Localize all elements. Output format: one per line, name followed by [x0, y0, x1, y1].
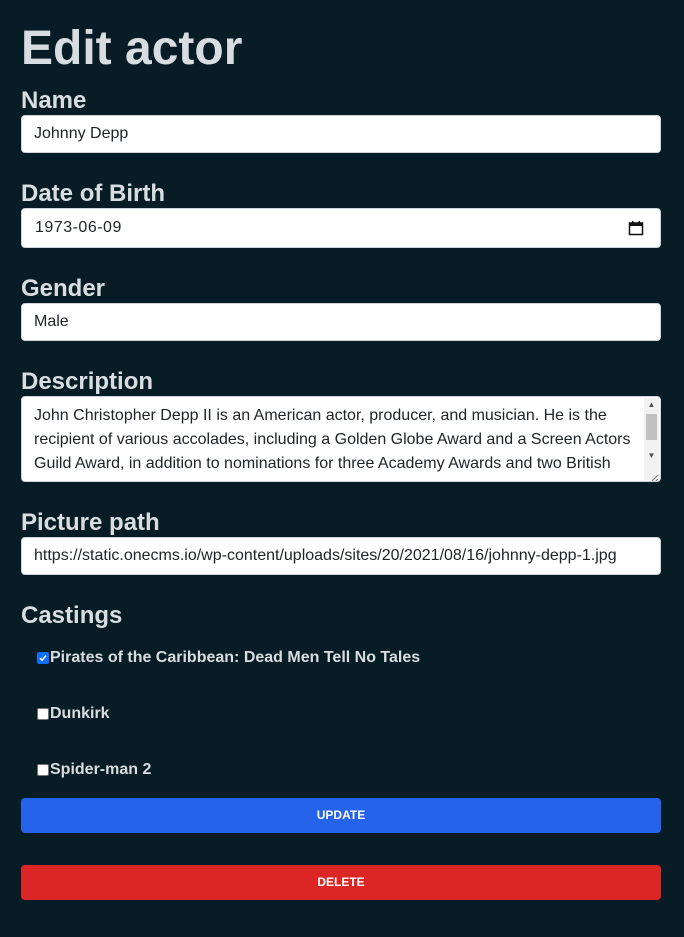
- page-title: Edit actor: [21, 22, 243, 75]
- scroll-up-icon[interactable]: ▲: [644, 398, 659, 412]
- resize-grip-icon[interactable]: [649, 470, 659, 481]
- description-label: Description: [21, 368, 154, 395]
- casting-item[interactable]: Spider-man 2: [37, 760, 151, 780]
- picture-path-input[interactable]: [21, 537, 661, 575]
- casting-label: Dunkirk: [50, 705, 110, 722]
- name-input[interactable]: [21, 115, 661, 153]
- scroll-down-icon[interactable]: ▼: [644, 449, 659, 463]
- casting-checkbox[interactable]: [37, 708, 49, 720]
- delete-button[interactable]: DELETE: [21, 865, 661, 900]
- name-label: Name: [21, 87, 87, 114]
- picture-path-label: Picture path: [21, 509, 160, 536]
- description-text: John Christopher Depp II is an American …: [34, 407, 631, 472]
- description-textarea[interactable]: John Christopher Depp II is an American …: [21, 396, 661, 482]
- update-button[interactable]: UPDATE: [21, 798, 661, 833]
- date-of-birth-input[interactable]: 1973-06-09: [21, 208, 661, 248]
- casting-checkbox[interactable]: [37, 652, 49, 664]
- gender-label: Gender: [21, 275, 106, 302]
- date-of-birth-label: Date of Birth: [21, 180, 165, 207]
- casting-label: Spider-man 2: [50, 761, 152, 778]
- casting-checkbox[interactable]: [37, 764, 49, 776]
- edit-actor-page: Edit actor Name Date of Birth 1973-06-09…: [0, 0, 684, 937]
- casting-item[interactable]: Pirates of the Caribbean: Dead Men Tell …: [37, 648, 420, 668]
- description-scrollbar[interactable]: ▲ ▼: [644, 398, 659, 480]
- castings-label: Castings: [21, 602, 123, 629]
- calendar-icon[interactable]: [628, 220, 644, 236]
- date-of-birth-value: 1973-06-09: [35, 219, 122, 236]
- scroll-thumb[interactable]: [646, 414, 657, 440]
- casting-item[interactable]: Dunkirk: [37, 704, 110, 724]
- casting-label: Pirates of the Caribbean: Dead Men Tell …: [50, 649, 421, 666]
- gender-input[interactable]: [21, 303, 661, 341]
